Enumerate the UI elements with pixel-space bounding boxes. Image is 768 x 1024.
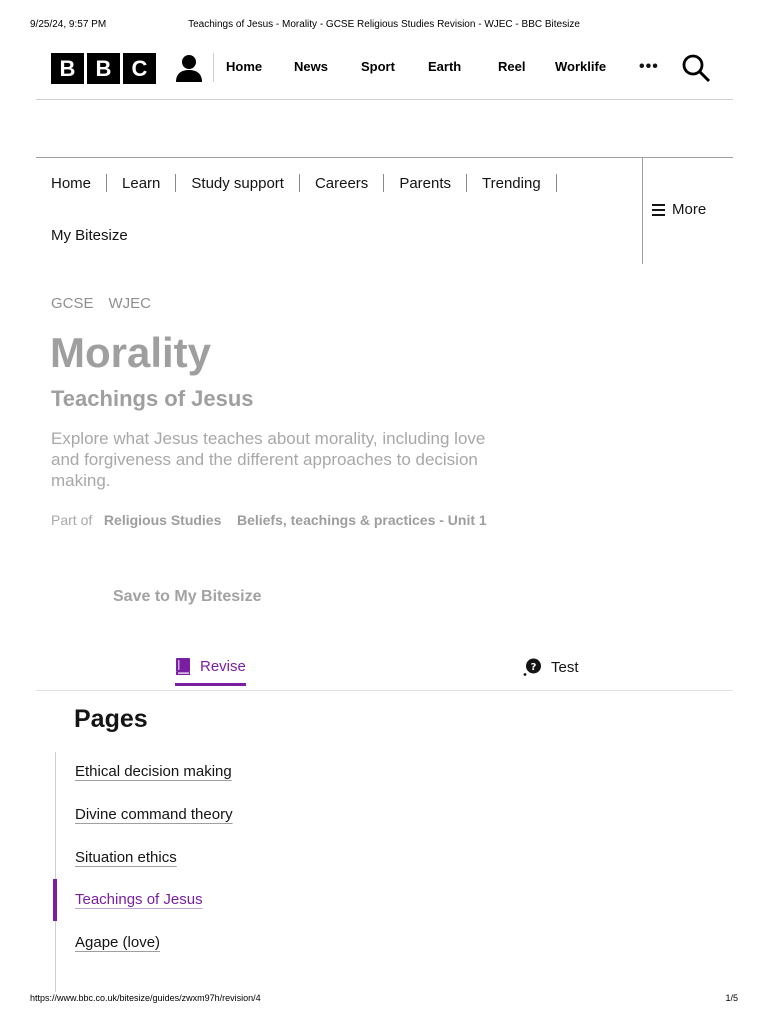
bitesize-nav-learn[interactable]: Learn xyxy=(122,175,160,192)
bitesize-nav-study-support[interactable]: Study support xyxy=(191,175,284,192)
bitesize-nav-row: Home Learn Study support Careers Parents… xyxy=(51,174,572,192)
breadcrumb-gcse[interactable]: GCSE xyxy=(51,295,94,312)
part-of-unit-link[interactable]: Beliefs, teachings & practices - Unit 1 xyxy=(237,512,487,528)
nav-link-reel[interactable]: Reel xyxy=(498,59,525,74)
guide-tabs: Revise ? Test xyxy=(36,650,733,691)
bbc-logo-letter: C xyxy=(123,53,156,84)
breadcrumb-wjec[interactable]: WJEC xyxy=(109,295,152,312)
page-title: Morality xyxy=(50,329,212,376)
bitesize-nav-home[interactable]: Home xyxy=(51,175,91,192)
bbc-logo-letter: B xyxy=(51,53,84,84)
page-link-situation-ethics[interactable]: Situation ethics xyxy=(75,849,177,866)
nav-separator xyxy=(106,174,108,192)
bitesize-nav-parents[interactable]: Parents xyxy=(399,175,451,192)
nav-link-home[interactable]: Home xyxy=(226,59,262,74)
page-link-agape-love[interactable]: Agape (love) xyxy=(75,934,160,951)
print-header: 9/25/24, 9:57 PM Teachings of Jesus - Mo… xyxy=(30,19,738,33)
nav-separator xyxy=(555,174,557,192)
nav-separator xyxy=(383,174,385,192)
bitesize-nav: Home Learn Study support Careers Parents… xyxy=(36,157,733,264)
nav-separator xyxy=(466,174,468,192)
page-link-divine-command-theory[interactable]: Divine command theory xyxy=(75,806,233,823)
question-bubble-icon: ? xyxy=(523,658,541,676)
nav-separator xyxy=(175,174,177,192)
guide-subtitle: Teachings of Jesus xyxy=(51,386,254,411)
nav-link-news[interactable]: News xyxy=(294,59,328,74)
nav-link-worklife[interactable]: Worklife xyxy=(555,59,606,74)
svg-text:?: ? xyxy=(531,662,537,673)
save-to-my-bitesize-button[interactable]: Save to My Bitesize xyxy=(113,588,262,606)
bitesize-nav-my-bitesize[interactable]: My Bitesize xyxy=(51,227,128,244)
breadcrumb: GCSE WJEC xyxy=(51,295,151,312)
more-label: More xyxy=(672,201,707,218)
part-of-label: Part of xyxy=(51,512,93,528)
pages-heading: Pages xyxy=(74,705,148,733)
bbc-logo[interactable]: B B C xyxy=(51,53,156,84)
account-icon[interactable] xyxy=(174,53,204,83)
print-url: https://www.bbc.co.uk/bitesize/guides/zw… xyxy=(30,993,261,1003)
print-footer: https://www.bbc.co.uk/bitesize/guides/zw… xyxy=(30,993,738,1007)
nav-link-earth[interactable]: Earth xyxy=(428,59,461,74)
bitesize-nav-careers[interactable]: Careers xyxy=(315,175,368,192)
pages-rail xyxy=(55,752,56,992)
nav-divider xyxy=(213,53,214,82)
nav-separator xyxy=(298,174,300,192)
guide-description: Explore what Jesus teaches about moralit… xyxy=(51,429,486,490)
nav-link-sport[interactable]: Sport xyxy=(361,59,395,74)
hamburger-icon xyxy=(652,203,665,216)
bbc-logo-letter: B xyxy=(87,53,120,84)
tab-test-label: Test xyxy=(551,658,579,676)
more-menu-button[interactable]: ••• xyxy=(639,58,659,76)
bbc-global-nav: B B C Home News Sport Earth Reel Worklif… xyxy=(36,44,733,100)
part-of: Part of Religious Studies Beliefs, teach… xyxy=(51,509,491,531)
print-page-number: 1/5 xyxy=(725,993,738,1003)
page-link-ethical-decision-making[interactable]: Ethical decision making xyxy=(75,763,232,780)
tab-revise-label: Revise xyxy=(200,658,246,675)
bitesize-nav-trending[interactable]: Trending xyxy=(482,175,541,192)
active-page-indicator xyxy=(53,879,57,921)
tab-revise[interactable]: Revise xyxy=(175,658,246,686)
print-title: Teachings of Jesus - Morality - GCSE Rel… xyxy=(188,19,580,30)
part-of-subject-link[interactable]: Religious Studies xyxy=(104,512,221,528)
page-link-teachings-of-jesus[interactable]: Teachings of Jesus xyxy=(75,891,203,908)
search-icon[interactable] xyxy=(681,53,711,83)
tab-test[interactable]: ? Test xyxy=(523,658,579,676)
bitesize-more-menu[interactable]: More xyxy=(642,158,733,264)
book-icon xyxy=(176,658,190,675)
